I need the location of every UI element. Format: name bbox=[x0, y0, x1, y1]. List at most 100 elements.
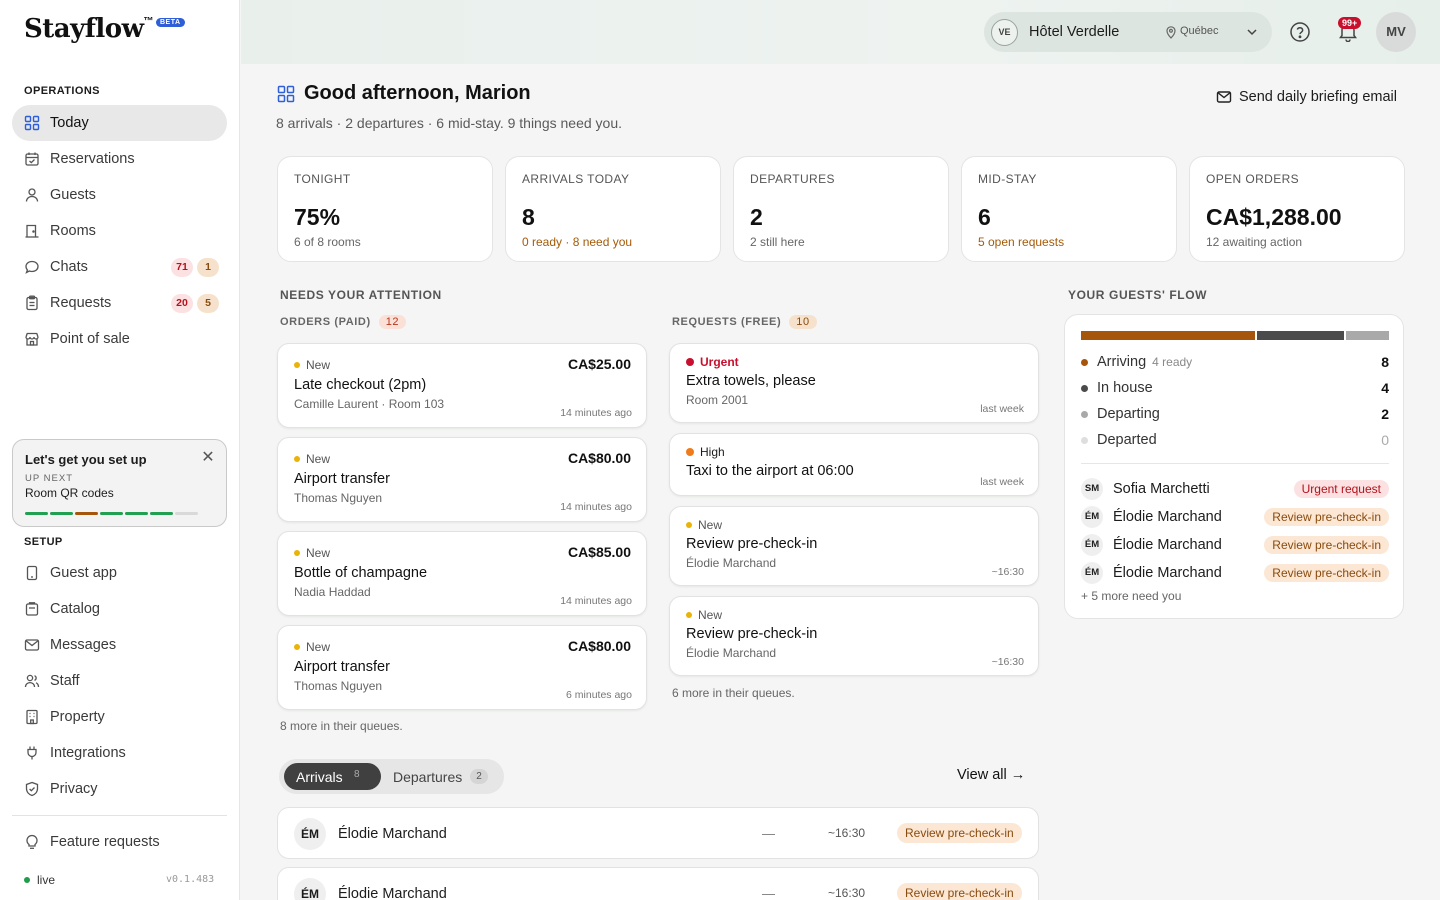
request-card[interactable]: Urgent Extra towels, please Room 2001 la… bbox=[669, 343, 1039, 423]
request-card[interactable]: High Taxi to the airport at 06:00 last w… bbox=[669, 433, 1039, 496]
user-avatar[interactable]: MV bbox=[1376, 12, 1416, 52]
stat-value: 8 bbox=[522, 204, 535, 230]
shield-icon bbox=[24, 781, 40, 797]
setup-up-next-item: Room QR codes bbox=[25, 486, 114, 500]
avatar: SM bbox=[1081, 478, 1103, 500]
sidebar-item-guest-app[interactable]: Guest app bbox=[12, 555, 227, 591]
sidebar-divider bbox=[12, 815, 227, 816]
stat-label: ARRIVALS TODAY bbox=[522, 172, 630, 186]
sidebar-item-messages[interactable]: Messages bbox=[12, 627, 227, 663]
sidebar-item-point-of-sale[interactable]: Point of sale bbox=[12, 321, 227, 357]
guest-name: Élodie Marchand bbox=[1113, 537, 1222, 553]
status-badge: Review pre-check-in bbox=[897, 883, 1022, 900]
sidebar-item-chats[interactable]: Chats 71 1 bbox=[12, 249, 227, 285]
tab-arrivals[interactable]: Arrivals 8 bbox=[284, 763, 381, 790]
requests-more-link[interactable]: 6 more in their queues. bbox=[672, 686, 795, 700]
arrival-row[interactable]: ÉM Élodie Marchand — ~16:30 Review pre-c… bbox=[277, 807, 1039, 859]
stat-card-mid-stay[interactable]: MID-STAY 6 5 open requests bbox=[961, 156, 1177, 262]
sidebar-item-privacy[interactable]: Privacy bbox=[12, 771, 227, 807]
tab-departures[interactable]: Departures 2 bbox=[393, 763, 488, 790]
stat-value: CA$1,288.00 bbox=[1206, 204, 1342, 230]
guest-flow-bar bbox=[1081, 331, 1389, 340]
guest-row[interactable]: ÉM Élodie Marchand Review pre-check-in bbox=[1081, 561, 1389, 584]
sidebar-item-label: Messages bbox=[50, 637, 117, 653]
orders-header: ORDERS (PAID) 12 bbox=[280, 315, 407, 329]
beta-badge: BETA bbox=[156, 18, 185, 27]
guest-name: Sofia Marchetti bbox=[1113, 481, 1210, 497]
order-price: CA$85.00 bbox=[567, 544, 631, 560]
sidebar-item-label: Chats bbox=[50, 259, 88, 275]
store-icon bbox=[24, 331, 40, 347]
order-status: New bbox=[294, 452, 330, 466]
sidebar-item-integrations[interactable]: Integrations bbox=[12, 735, 227, 771]
guest-status-badge: Review pre-check-in bbox=[1264, 508, 1389, 526]
sidebar-item-reservations[interactable]: Reservations bbox=[12, 141, 227, 177]
flow-row-value: 2 bbox=[1381, 406, 1389, 422]
request-card[interactable]: New Review pre-check-in Élodie Marchand … bbox=[669, 506, 1039, 586]
divider bbox=[1081, 463, 1389, 464]
flow-row-departed[interactable]: Departed 0 bbox=[1081, 431, 1389, 451]
sidebar-item-guests[interactable]: Guests bbox=[12, 177, 227, 213]
clipboard-icon bbox=[24, 295, 40, 311]
help-icon[interactable] bbox=[1289, 21, 1311, 43]
stat-card-arrivals[interactable]: ARRIVALS TODAY 8 0 ready · 8 need you bbox=[505, 156, 721, 262]
sidebar-item-rooms[interactable]: Rooms bbox=[12, 213, 227, 249]
guest-row[interactable]: SM Sofia Marchetti Urgent request bbox=[1081, 477, 1389, 500]
guest-status-badge: Review pre-check-in bbox=[1264, 536, 1389, 554]
request-card[interactable]: New Review pre-check-in Élodie Marchand … bbox=[669, 596, 1039, 676]
sidebar-item-label: Feature requests bbox=[50, 834, 160, 850]
room-number: — bbox=[762, 826, 775, 841]
sidebar-item-feature-requests[interactable]: Feature requests bbox=[12, 824, 227, 860]
sidebar-item-catalog[interactable]: Catalog bbox=[12, 591, 227, 627]
stat-value: 6 bbox=[978, 204, 991, 230]
request-time: ~16:30 bbox=[991, 656, 1024, 668]
close-icon[interactable]: ✕ bbox=[200, 450, 216, 466]
arrival-row[interactable]: ÉM Élodie Marchand — ~16:30 Review pre-c… bbox=[277, 867, 1039, 900]
setup-progress-card[interactable]: Let's get you set up ✕ UP NEXT Room QR c… bbox=[12, 439, 227, 527]
request-priority: Urgent bbox=[686, 355, 739, 369]
guest-row[interactable]: ÉM Élodie Marchand Review pre-check-in bbox=[1081, 533, 1389, 556]
orders-more-link[interactable]: 8 more in their queues. bbox=[280, 719, 403, 733]
chats-unread-badge: 71 bbox=[171, 258, 193, 277]
sidebar-item-today[interactable]: Today bbox=[12, 105, 227, 141]
sidebar: Stayflow™ BETA OPERATIONS Today Reservat… bbox=[0, 0, 240, 900]
order-card[interactable]: New Late checkout (2pm) Camille Laurent … bbox=[277, 343, 647, 428]
sidebar-item-requests[interactable]: Requests 20 5 bbox=[12, 285, 227, 321]
user-icon bbox=[24, 187, 40, 203]
view-all-link[interactable]: View all → bbox=[957, 767, 1025, 783]
order-card[interactable]: New Airport transfer Thomas Nguyen CA$80… bbox=[277, 437, 647, 522]
property-name: Hôtel Verdelle bbox=[1029, 24, 1120, 40]
orders-count-badge: 12 bbox=[378, 315, 407, 329]
request-priority: New bbox=[686, 518, 722, 532]
order-status: New bbox=[294, 358, 330, 372]
flow-row-arriving[interactable]: Arriving 4 ready 8 bbox=[1081, 353, 1389, 373]
flow-row-value: 4 bbox=[1381, 380, 1389, 396]
room-number: — bbox=[762, 886, 775, 900]
stat-card-tonight[interactable]: TONIGHT 75% 6 of 8 rooms bbox=[277, 156, 493, 262]
property-switcher[interactable]: VE Hôtel Verdelle Québec bbox=[984, 12, 1272, 52]
flow-row-in-house[interactable]: In house 4 bbox=[1081, 379, 1389, 399]
sidebar-item-label: Today bbox=[50, 115, 89, 131]
sidebar-item-staff[interactable]: Staff bbox=[12, 663, 227, 699]
order-time: 14 minutes ago bbox=[560, 407, 632, 419]
sidebar-item-property[interactable]: Property bbox=[12, 699, 227, 735]
sidebar-item-label: Point of sale bbox=[50, 331, 130, 347]
sidebar-item-label: Rooms bbox=[50, 223, 96, 239]
stat-card-open-orders[interactable]: OPEN ORDERS CA$1,288.00 12 awaiting acti… bbox=[1189, 156, 1405, 262]
stat-card-departures[interactable]: DEPARTURES 2 2 still here bbox=[733, 156, 949, 262]
request-meta: Élodie Marchand bbox=[686, 646, 777, 660]
guests-more-link[interactable]: + 5 more need you bbox=[1081, 589, 1181, 603]
app-logo[interactable]: Stayflow™ bbox=[24, 14, 154, 44]
tab-count: 8 bbox=[354, 769, 360, 780]
attention-section-title: NEEDS YOUR ATTENTION bbox=[280, 288, 442, 302]
stat-sub: 0 ready · 8 need you bbox=[522, 235, 633, 249]
flow-dot bbox=[1081, 385, 1088, 392]
chat-icon bbox=[24, 259, 40, 275]
send-briefing-button[interactable]: Send daily briefing email bbox=[1216, 89, 1397, 105]
order-card[interactable]: New Airport transfer Thomas Nguyen CA$80… bbox=[277, 625, 647, 710]
order-meta: Camille Laurent · Room 103 bbox=[294, 397, 445, 411]
flow-row-departing[interactable]: Departing 2 bbox=[1081, 405, 1389, 425]
guest-row[interactable]: ÉM Élodie Marchand Review pre-check-in bbox=[1081, 505, 1389, 528]
order-card[interactable]: New Bottle of champagne Nadia Haddad CA$… bbox=[277, 531, 647, 616]
stat-sub: 6 of 8 rooms bbox=[294, 235, 361, 249]
